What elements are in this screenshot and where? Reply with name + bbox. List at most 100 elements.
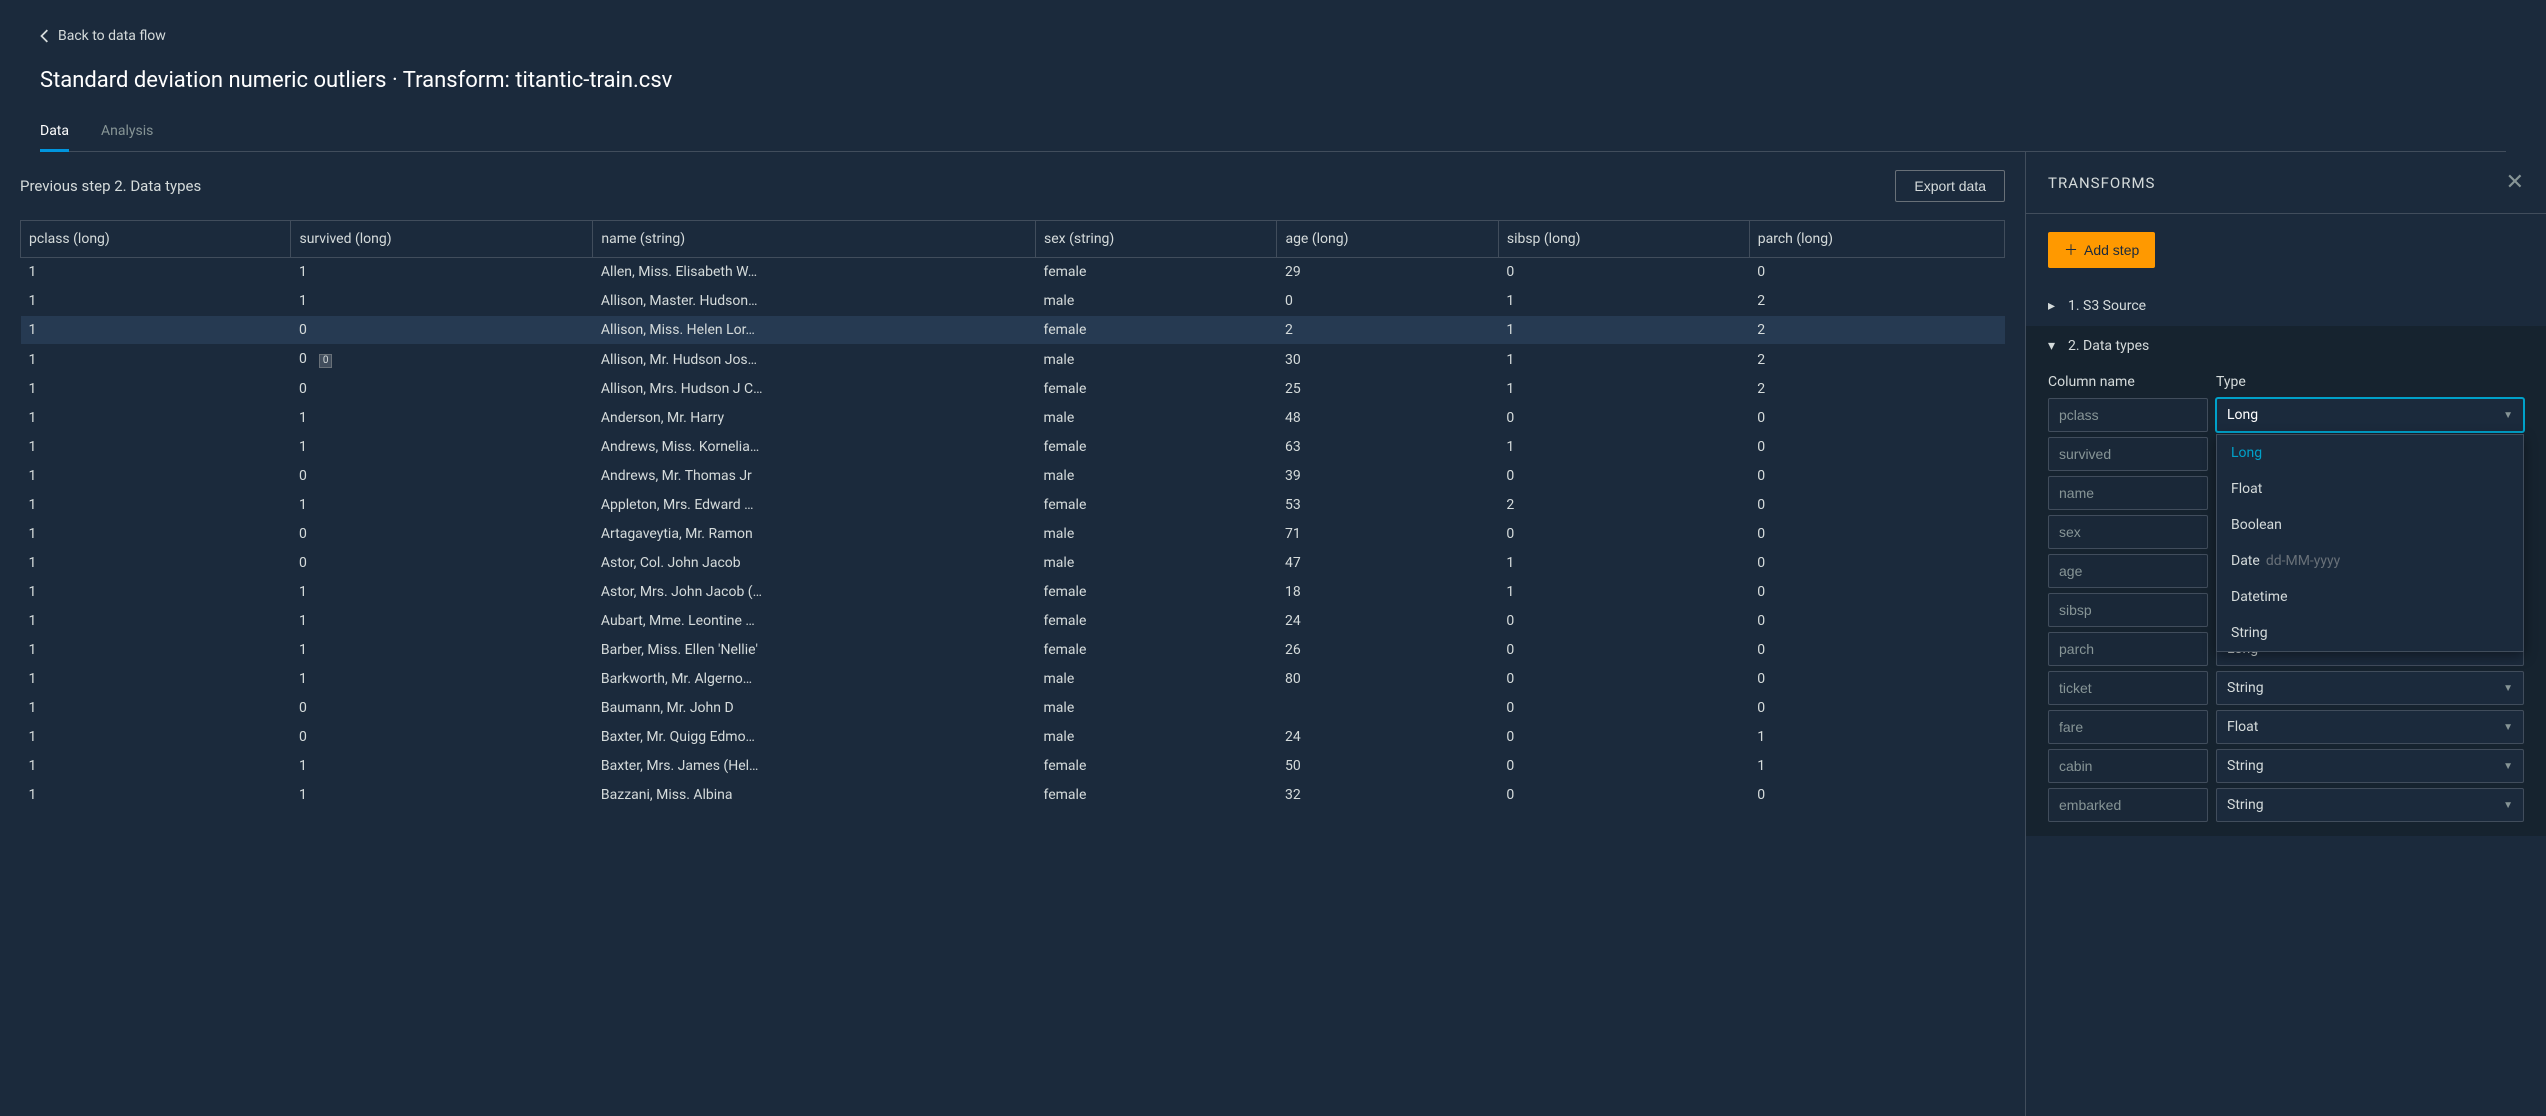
table-cell: Barkworth, Mr. Algerno…: [593, 665, 1036, 694]
column-name-input[interactable]: [2048, 671, 2208, 705]
table-row[interactable]: 10Baxter, Mr. Quigg Edmo…male2401: [21, 723, 2005, 752]
table-cell: 0: [1498, 258, 1749, 287]
table-cell: 1: [21, 404, 291, 433]
form-header: Column name Type: [2026, 366, 2546, 398]
table-cell: 0: [1277, 287, 1498, 316]
column-header[interactable]: survived (long): [291, 221, 593, 258]
column-header[interactable]: sex (string): [1036, 221, 1277, 258]
table-cell: 1: [21, 433, 291, 462]
add-step-button[interactable]: ＋ Add step: [2048, 232, 2155, 268]
table-row[interactable]: 10Astor, Col. John Jacobmale4710: [21, 549, 2005, 578]
column-name-input[interactable]: [2048, 788, 2208, 822]
table-cell: 1: [1498, 287, 1749, 316]
chevron-down-icon: ▼: [2503, 683, 2513, 694]
table-cell: Appleton, Mrs. Edward …: [593, 491, 1036, 520]
tab-data[interactable]: Data: [40, 113, 69, 152]
table-row[interactable]: 11Anderson, Mr. Harrymale4800: [21, 404, 2005, 433]
table-row[interactable]: 10Artagaveytia, Mr. Ramonmale7100: [21, 520, 2005, 549]
table-row[interactable]: 11Barber, Miss. Ellen 'Nellie'female2600: [21, 636, 2005, 665]
table-cell: male: [1036, 287, 1277, 316]
column-name-input[interactable]: [2048, 437, 2208, 471]
table-row[interactable]: 10Andrews, Mr. Thomas Jrmale3900: [21, 462, 2005, 491]
table-row[interactable]: 11Bazzani, Miss. Albinafemale3200: [21, 781, 2005, 810]
step-data-types[interactable]: ▾ 2. Data types: [2026, 326, 2546, 366]
table-cell: 39: [1277, 462, 1498, 491]
table-cell: 0: [1749, 781, 2004, 810]
export-data-button[interactable]: Export data: [1895, 170, 2005, 202]
chevron-down-icon: ▼: [2503, 410, 2513, 421]
table-row[interactable]: 11Baxter, Mrs. James (Hel…female5001: [21, 752, 2005, 781]
table-row[interactable]: 10Allison, Miss. Helen Lor…female212: [21, 316, 2005, 345]
table-cell: 1: [291, 491, 593, 520]
add-step-label: Add step: [2084, 242, 2139, 258]
table-row[interactable]: 10Allison, Mrs. Hudson J C…female2512: [21, 375, 2005, 404]
column-header[interactable]: parch (long): [1749, 221, 2004, 258]
table-row[interactable]: 11Andrews, Miss. Kornelia…female6310: [21, 433, 2005, 462]
column-name-input[interactable]: [2048, 593, 2208, 627]
table-row[interactable]: 11Allison, Master. Hudson…male012: [21, 287, 2005, 316]
column-header[interactable]: sibsp (long): [1498, 221, 1749, 258]
tab-analysis[interactable]: Analysis: [101, 113, 153, 152]
tabs: Data Analysis: [40, 113, 2506, 152]
table-cell: 0: [1749, 491, 2004, 520]
table-cell: 1: [21, 665, 291, 694]
table-cell: 1: [291, 665, 593, 694]
column-name-input[interactable]: [2048, 515, 2208, 549]
dropdown-option[interactable]: String: [2217, 615, 2523, 651]
table-cell: 1: [1498, 345, 1749, 375]
table-row[interactable]: 10Baumann, Mr. John Dmale00: [21, 694, 2005, 723]
type-select[interactable]: String▼: [2216, 671, 2524, 705]
table-cell: Astor, Col. John Jacob: [593, 549, 1036, 578]
close-icon[interactable]: ✕: [2506, 170, 2524, 195]
column-name-input[interactable]: [2048, 632, 2208, 666]
type-select[interactable]: String▼: [2216, 749, 2524, 783]
table-cell: 1: [1749, 752, 2004, 781]
column-name-input[interactable]: [2048, 554, 2208, 588]
step-s3-source[interactable]: ▸ 1. S3 Source: [2026, 286, 2546, 326]
table-cell: 0: [1749, 665, 2004, 694]
column-name-input[interactable]: [2048, 749, 2208, 783]
dropdown-option[interactable]: Datetime: [2217, 579, 2523, 615]
dropdown-option[interactable]: Datedd-MM-yyyy: [2217, 543, 2523, 579]
column-name-input[interactable]: [2048, 710, 2208, 744]
table-cell: 0: [1749, 258, 2004, 287]
table-cell: 18: [1277, 578, 1498, 607]
table-cell: Andrews, Mr. Thomas Jr: [593, 462, 1036, 491]
table-cell: 2: [1749, 375, 2004, 404]
type-value: Float: [2227, 719, 2258, 735]
panel-title: TRANSFORMS: [2048, 174, 2155, 192]
table-cell: 0: [1749, 578, 2004, 607]
column-name-input[interactable]: [2048, 398, 2208, 432]
table-row[interactable]: 11Barkworth, Mr. Algerno…male8000: [21, 665, 2005, 694]
column-header[interactable]: name (string): [593, 221, 1036, 258]
table-row[interactable]: 11Appleton, Mrs. Edward …female5320: [21, 491, 2005, 520]
type-select[interactable]: Float▼: [2216, 710, 2524, 744]
table-cell: [1277, 694, 1498, 723]
column-header[interactable]: age (long): [1277, 221, 1498, 258]
table-cell: 0: [1498, 462, 1749, 491]
table-row[interactable]: 11Aubart, Mme. Leontine …female2400: [21, 607, 2005, 636]
back-link[interactable]: Back to data flow: [40, 28, 2506, 44]
column-header[interactable]: pclass (long): [21, 221, 291, 258]
table-row[interactable]: 100Allison, Mr. Hudson Jos…male3012: [21, 345, 2005, 375]
table-cell: 80: [1277, 665, 1498, 694]
table-row[interactable]: 11Astor, Mrs. John Jacob (…female1810: [21, 578, 2005, 607]
column-name-input[interactable]: [2048, 476, 2208, 510]
table-cell: 1: [21, 316, 291, 345]
table-cell: 0: [291, 316, 593, 345]
dropdown-option[interactable]: Float: [2217, 471, 2523, 507]
table-cell: 24: [1277, 607, 1498, 636]
table-cell: Allison, Mr. Hudson Jos…: [593, 345, 1036, 375]
table-cell: 50: [1277, 752, 1498, 781]
type-label: Type: [2216, 374, 2246, 390]
type-select[interactable]: String▼: [2216, 788, 2524, 822]
table-cell: 53: [1277, 491, 1498, 520]
table-cell: Allison, Miss. Helen Lor…: [593, 316, 1036, 345]
table-cell: 63: [1277, 433, 1498, 462]
type-select[interactable]: Long▼: [2216, 398, 2524, 432]
table-cell: Allison, Mrs. Hudson J C…: [593, 375, 1036, 404]
dropdown-option[interactable]: Boolean: [2217, 507, 2523, 543]
table-row[interactable]: 11Allen, Miss. Elisabeth W…female2900: [21, 258, 2005, 287]
table-cell: 0: [291, 723, 593, 752]
dropdown-option[interactable]: Long: [2217, 435, 2523, 471]
